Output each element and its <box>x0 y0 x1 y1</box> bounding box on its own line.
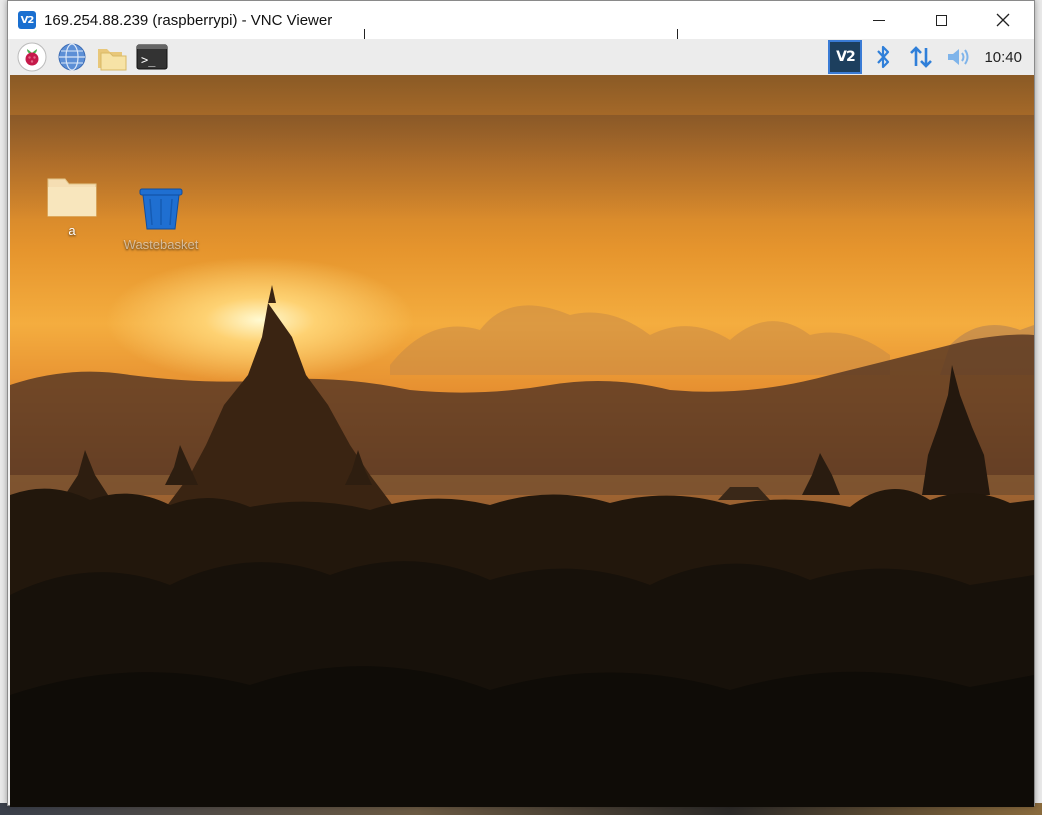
terminal-icon: >_ <box>136 44 168 70</box>
maximize-button[interactable] <box>910 1 972 39</box>
volume-button[interactable] <box>940 39 978 75</box>
raspberry-menu-icon <box>17 42 47 72</box>
folder-icon <box>47 178 97 217</box>
network-button[interactable] <box>902 39 940 75</box>
volume-icon <box>948 49 969 65</box>
desktop-icon-label: a <box>68 223 76 238</box>
close-icon <box>996 13 1010 27</box>
maximize-icon <box>935 14 947 26</box>
close-button[interactable] <box>972 1 1034 39</box>
desktop-icon-folder-a[interactable]: a <box>22 175 122 238</box>
minimize-button[interactable] <box>848 1 910 39</box>
lxde-panel: >_ V2 10:40 <box>10 39 1034 75</box>
vnc-server-icon: V2 <box>828 40 863 74</box>
file-manager-button[interactable] <box>96 41 128 73</box>
web-browser-icon <box>58 43 86 71</box>
network-icon <box>910 46 933 68</box>
wallpaper-landscape <box>10 285 1034 807</box>
window-controls <box>848 1 1034 39</box>
window-title: 169.254.88.239 (raspberrypi) - VNC Viewe… <box>44 11 333 29</box>
bluetooth-icon <box>877 45 890 69</box>
vnc-viewer-window: V2 169.254.88.239 (raspberrypi) - VNC Vi… <box>7 0 1035 807</box>
minimize-icon <box>873 19 885 21</box>
file-manager-icon <box>98 49 127 71</box>
vnc-viewer-app-icon: V2 <box>18 11 36 29</box>
bluetooth-button[interactable] <box>864 39 902 75</box>
terminal-prompt-text: >_ <box>141 53 156 67</box>
raspberry-menu-button[interactable] <box>16 41 48 73</box>
panel-launchers: >_ <box>10 39 168 75</box>
desktop-icon-wastebasket[interactable]: Wastebasket <box>111 187 211 252</box>
panel-tray: V2 10:40 <box>826 39 1034 75</box>
desktop-icon-label: Wastebasket <box>123 237 199 252</box>
wastebasket-icon <box>139 188 183 230</box>
terminal-button[interactable]: >_ <box>136 41 168 73</box>
remote-desktop[interactable]: a Wastebasket <box>10 75 1034 807</box>
panel-clock[interactable]: 10:40 <box>978 49 1034 66</box>
web-browser-button[interactable] <box>56 41 88 73</box>
remote-screen[interactable]: >_ V2 10:40 a Wastebasket <box>10 39 1034 807</box>
vnc-server-tray-button[interactable]: V2 <box>826 39 864 75</box>
